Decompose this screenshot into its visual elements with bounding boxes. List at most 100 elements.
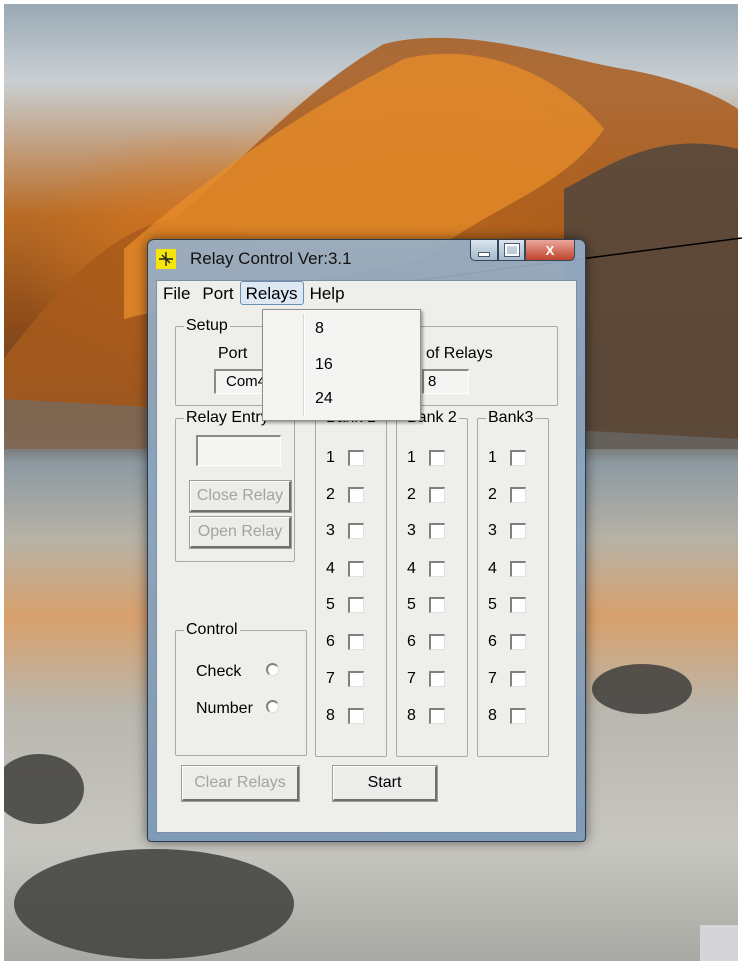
check-radio[interactable] <box>266 663 279 676</box>
relay-number: 5 <box>407 596 416 613</box>
clear-relays-button[interactable]: Clear Relays <box>182 766 299 801</box>
relay-checkbox[interactable] <box>510 450 526 466</box>
relay-number: 4 <box>488 560 497 577</box>
relay-checkbox[interactable] <box>510 561 526 577</box>
relay-number: 2 <box>488 486 497 503</box>
title-bar[interactable]: Relay Control Ver:3.1 X <box>148 240 585 276</box>
close-relay-button[interactable]: Close Relay <box>190 481 291 512</box>
relay-checkbox[interactable] <box>510 597 526 613</box>
menu-separator <box>303 314 305 416</box>
bank-2-relay-3[interactable]: 3 <box>397 520 467 544</box>
relay-number: 5 <box>326 596 335 613</box>
relay-checkbox[interactable] <box>348 450 364 466</box>
bank-2-relay-8[interactable]: 8 <box>397 705 467 729</box>
relays-count-label: of Relays <box>426 345 493 362</box>
relay-checkbox[interactable] <box>510 523 526 539</box>
bank-3-relay-7[interactable]: 7 <box>478 668 548 692</box>
bank-3-relay-5[interactable]: 5 <box>478 594 548 618</box>
relay-number: 4 <box>326 560 335 577</box>
relay-entry-group: Relay Entry Close Relay Open Relay <box>175 409 295 562</box>
relay-checkbox[interactable] <box>348 708 364 724</box>
bank-3-relay-6[interactable]: 6 <box>478 631 548 655</box>
bank-2-relay-4[interactable]: 4 <box>397 558 467 582</box>
relay-checkbox[interactable] <box>429 561 445 577</box>
bank-2-relay-6[interactable]: 6 <box>397 631 467 655</box>
relay-checkbox[interactable] <box>348 523 364 539</box>
start-button[interactable]: Start <box>333 766 437 801</box>
bank-3-relay-2[interactable]: 2 <box>478 484 548 508</box>
relays-option-24[interactable]: 24 <box>315 390 333 408</box>
relay-checkbox[interactable] <box>429 708 445 724</box>
relays-option-8[interactable]: 8 <box>315 320 324 338</box>
relay-checkbox[interactable] <box>348 671 364 687</box>
maximize-button[interactable] <box>498 240 525 261</box>
relay-number: 2 <box>407 486 416 503</box>
bank-2-relay-5[interactable]: 5 <box>397 594 467 618</box>
bank-1-relay-4[interactable]: 4 <box>316 558 386 582</box>
bank-2-group: Bank 2 1 2 3 4 5 6 7 8 <box>396 409 468 757</box>
minimize-button[interactable] <box>470 240 498 261</box>
bank-3-legend: Bank3 <box>486 409 536 427</box>
relay-checkbox[interactable] <box>429 523 445 539</box>
bank-1-relay-2[interactable]: 2 <box>316 484 386 508</box>
bank-1-relay-1[interactable]: 1 <box>316 447 386 471</box>
relay-checkbox[interactable] <box>348 561 364 577</box>
relay-entry-input[interactable] <box>196 435 281 466</box>
window-controls: X <box>470 240 575 262</box>
relay-checkbox[interactable] <box>510 671 526 687</box>
relay-checkbox[interactable] <box>348 487 364 503</box>
number-radio[interactable] <box>266 700 279 713</box>
relay-checkbox[interactable] <box>429 671 445 687</box>
bank-2-relay-2[interactable]: 2 <box>397 484 467 508</box>
port-value: Com4 <box>226 373 267 390</box>
relays-count-value: 8 <box>428 373 437 390</box>
bank-3-relay-3[interactable]: 3 <box>478 520 548 544</box>
close-button[interactable]: X <box>525 240 575 261</box>
relay-number: 6 <box>326 633 335 650</box>
relay-number: 8 <box>326 707 335 724</box>
relay-entry-legend: Relay Entry <box>184 409 271 427</box>
relay-checkbox[interactable] <box>348 597 364 613</box>
bank-3-relay-1[interactable]: 1 <box>478 447 548 471</box>
relays-option-16[interactable]: 16 <box>315 356 333 374</box>
relays-count-field[interactable]: 8 <box>422 369 469 394</box>
check-label: Check <box>196 663 242 680</box>
relay-checkbox[interactable] <box>429 597 445 613</box>
relay-number: 7 <box>488 670 497 687</box>
relay-checkbox[interactable] <box>510 708 526 724</box>
bank-2-relay-1[interactable]: 1 <box>397 447 467 471</box>
window-title: Relay Control Ver:3.1 <box>190 249 352 268</box>
relay-checkbox[interactable] <box>429 487 445 503</box>
menu-relays[interactable]: Relays <box>239 281 304 305</box>
relay-number: 5 <box>488 596 497 613</box>
bank-1-relay-7[interactable]: 7 <box>316 668 386 692</box>
maximize-icon <box>503 243 520 257</box>
relay-number: 6 <box>488 633 497 650</box>
relay-checkbox[interactable] <box>510 487 526 503</box>
bank-3-relay-8[interactable]: 8 <box>478 705 548 729</box>
relay-checkbox[interactable] <box>429 634 445 650</box>
open-relay-button[interactable]: Open Relay <box>190 517 291 548</box>
bank-1-relay-6[interactable]: 6 <box>316 631 386 655</box>
bank-1-relay-8[interactable]: 8 <box>316 705 386 729</box>
relay-checkbox[interactable] <box>510 634 526 650</box>
control-legend: Control <box>184 621 240 639</box>
menu-port[interactable]: Port <box>196 281 239 304</box>
relay-number: 8 <box>407 707 416 724</box>
bank-1-relay-3[interactable]: 3 <box>316 520 386 544</box>
bank-3-relay-4[interactable]: 4 <box>478 558 548 582</box>
port-label: Port <box>218 345 248 362</box>
relay-number: 6 <box>407 633 416 650</box>
relay-checkbox[interactable] <box>348 634 364 650</box>
bank-1-relay-5[interactable]: 5 <box>316 594 386 618</box>
menu-help[interactable]: Help <box>304 281 351 304</box>
menu-file[interactable]: File <box>157 281 196 304</box>
bank-2-relay-7[interactable]: 7 <box>397 668 467 692</box>
relay-number: 1 <box>407 449 416 466</box>
number-label: Number <box>196 700 253 717</box>
bank-1-group: Bank 1 1 2 3 4 5 6 7 8 <box>315 409 387 757</box>
app-relay-icon[interactable] <box>156 249 176 269</box>
relay-number: 2 <box>326 486 335 503</box>
bank-3-group: Bank3 1 2 3 4 5 6 7 8 <box>477 409 549 757</box>
relay-checkbox[interactable] <box>429 450 445 466</box>
